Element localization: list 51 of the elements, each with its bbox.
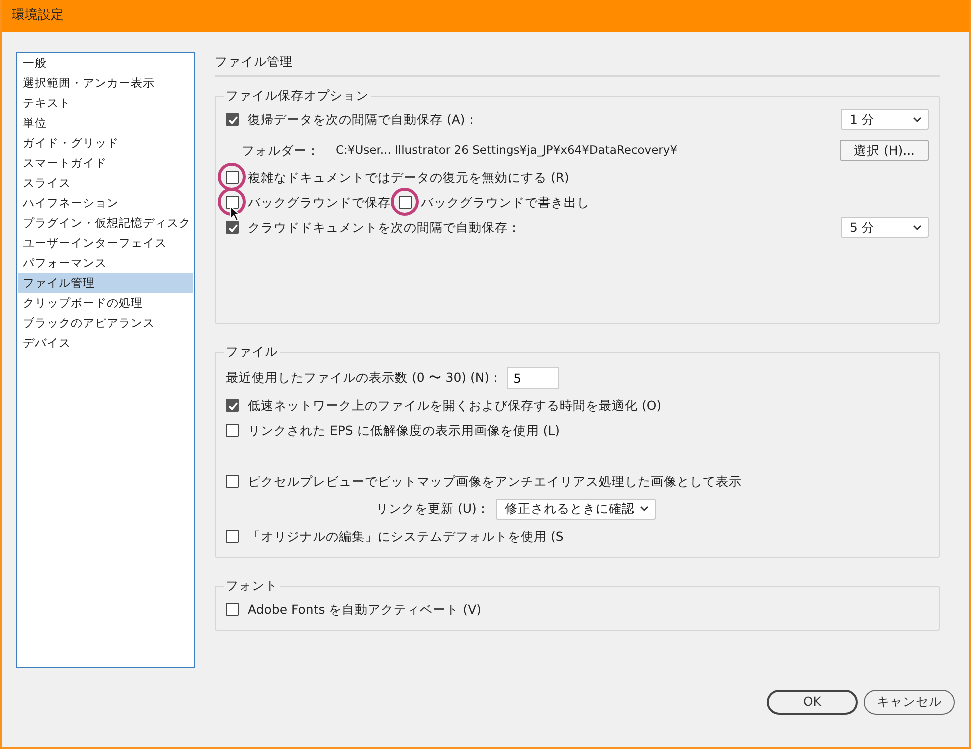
field-label: リンクを更新 (U)： xyxy=(376,500,490,518)
checkbox-label[interactable]: 複雑なドキュメントではデータの復元を無効にする (R) xyxy=(244,168,570,188)
checkbox[interactable] xyxy=(226,399,239,412)
checkbox[interactable] xyxy=(226,424,239,438)
checkbox-label[interactable]: 低速ネットワーク上のファイルを開くおよび保存する時間を最適化 (O) xyxy=(244,396,662,416)
interval-dropdown[interactable]: 1 分 xyxy=(841,109,929,130)
checkbox[interactable] xyxy=(226,530,239,544)
number-field[interactable]: 5 xyxy=(506,367,559,390)
sidebar-item[interactable]: スマートガイド xyxy=(18,152,193,173)
sidebar-item[interactable]: ファイル管理 xyxy=(18,272,193,293)
caret-icon xyxy=(913,116,922,123)
sidebar-item[interactable]: ハイフネーション xyxy=(18,192,193,213)
checkbox[interactable] xyxy=(226,196,239,210)
update-links-dropdown[interactable]: 修正されるときに確認 xyxy=(496,498,656,520)
section-heading: ファイル管理 xyxy=(215,52,940,78)
sidebar-item[interactable]: ガイド・グリッド xyxy=(18,132,193,153)
checkbox[interactable] xyxy=(226,603,239,616)
sidebar-item[interactable]: プラグイン・仮想記憶ディスク xyxy=(18,212,193,233)
checkbox-label[interactable]: ピクセルプレビューでビットマップ画像をアンチエイリアス処理した画像として表示 xyxy=(244,472,742,492)
window-title: 環境設定 xyxy=(12,7,64,26)
checkbox-label[interactable]: バックグラウンドで書き出し xyxy=(417,194,590,212)
dialog-button[interactable]: OK xyxy=(767,690,858,715)
field-label: 最近使用したファイルの表示数 (0 〜 30) (N)： xyxy=(226,369,503,388)
interval-dropdown[interactable]: 5 分 xyxy=(841,217,929,238)
sidebar-item[interactable]: 単位 xyxy=(18,112,193,133)
folder-label: フォルダー： xyxy=(242,142,320,160)
checkbox-label[interactable]: 復帰データを次の間隔で自動保存 (A)： xyxy=(244,110,478,130)
sidebar-item[interactable]: パフォーマンス xyxy=(18,252,193,273)
checkbox-label[interactable]: リンクされた EPS に低解像度の表示用画像を使用 (L) xyxy=(244,422,560,440)
checkbox-label[interactable]: 「オリジナルの編集」にシステムデフォルトを使用 (S xyxy=(244,528,564,546)
dialog-button[interactable]: キャンセル xyxy=(864,690,955,715)
caret-icon xyxy=(640,506,649,512)
checkbox-label[interactable]: Adobe Fonts を自動アクティベート (V) xyxy=(244,600,482,620)
sidebar-item[interactable]: スライス xyxy=(18,172,193,193)
sidebar-item[interactable]: デバイス xyxy=(18,332,193,353)
sidebar-item[interactable]: テキスト xyxy=(18,92,193,113)
sidebar-item[interactable]: ユーザーインターフェイス xyxy=(18,232,193,253)
sidebar-item[interactable]: 一般 xyxy=(18,52,193,73)
sidebar-item[interactable]: クリップボードの処理 xyxy=(18,292,193,313)
checkbox[interactable] xyxy=(226,475,239,488)
choose-button[interactable]: 選択 (H)... xyxy=(840,140,929,162)
checkbox-label[interactable]: クラウドドキュメントを次の間隔で自動保存： xyxy=(244,218,521,238)
checkbox[interactable] xyxy=(399,196,412,210)
checkbox[interactable] xyxy=(226,113,239,126)
folder-path: C:¥User... Illustrator 26 Settings¥ja_JP¥x64¥DataRecovery¥ xyxy=(336,142,678,160)
caret-icon xyxy=(913,224,922,231)
checkbox-label[interactable]: バックグラウンドで保存 xyxy=(244,194,391,212)
checkbox[interactable] xyxy=(226,171,239,184)
checkbox[interactable] xyxy=(226,221,239,234)
sidebar-item[interactable]: 選択範囲・アンカー表示 xyxy=(18,72,193,93)
sidebar-item[interactable]: ブラックのアピアランス xyxy=(18,312,193,333)
